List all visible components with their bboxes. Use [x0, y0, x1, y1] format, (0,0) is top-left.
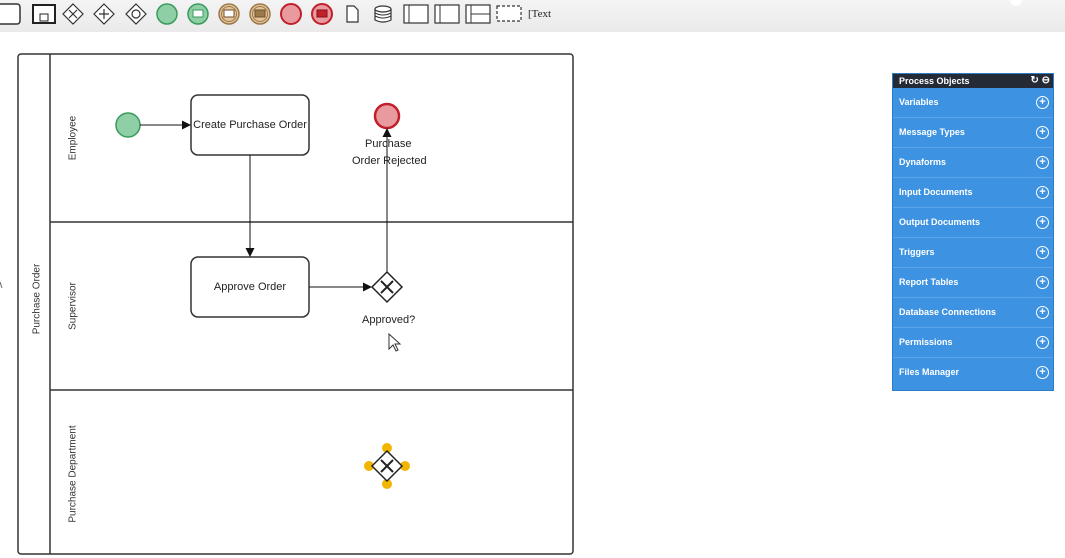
lane-tool-icon[interactable]: [434, 4, 460, 24]
panel-item-label: Output Documents: [899, 217, 980, 227]
subprocess-tool-icon[interactable]: [32, 4, 56, 24]
process-objects-panel: Process Objects ↻ ⊖ Variables + Message T…: [892, 73, 1054, 391]
exclusive-gateway-tool-icon[interactable]: [62, 3, 84, 25]
lane-label-purchase-department: Purchase Department: [67, 425, 79, 523]
panel-item-label: Permissions: [899, 337, 953, 347]
end-event-label-line2: Order Rejected: [352, 155, 427, 167]
panel-item-triggers[interactable]: Triggers +: [893, 238, 1053, 268]
horizontal-line-tool-icon[interactable]: [465, 4, 491, 24]
panel-title: Process Objects: [899, 76, 970, 86]
panel-item-label: Message Types: [899, 127, 965, 137]
panel-item-files-manager[interactable]: Files Manager +: [893, 358, 1053, 387]
inclusive-gateway-tool-icon[interactable]: [125, 3, 147, 25]
start-message-event-tool-icon[interactable]: [187, 3, 209, 25]
plus-circle-icon[interactable]: +: [1036, 186, 1049, 199]
intermediate-message-throw-tool-icon[interactable]: [249, 3, 271, 25]
plus-circle-icon[interactable]: +: [1036, 126, 1049, 139]
plus-circle-icon[interactable]: +: [1036, 246, 1049, 259]
panel-item-report-tables[interactable]: Report Tables +: [893, 268, 1053, 298]
panel-item-dynaforms[interactable]: Dynaforms +: [893, 148, 1053, 178]
panel-item-variables[interactable]: Variables +: [893, 88, 1053, 118]
plus-circle-icon[interactable]: +: [1036, 336, 1049, 349]
text-annotation-tool[interactable]: Text: [528, 8, 551, 20]
panel-item-label: Database Connections: [899, 307, 997, 317]
plus-circle-icon[interactable]: +: [1036, 96, 1049, 109]
panel-item-input-documents[interactable]: Input Documents +: [893, 178, 1053, 208]
panel-item-label: Dynaforms: [899, 157, 947, 167]
panel-item-label: Files Manager: [899, 367, 960, 377]
plus-circle-icon[interactable]: +: [1036, 306, 1049, 319]
start-event[interactable]: [115, 112, 141, 138]
panel-item-output-documents[interactable]: Output Documents +: [893, 208, 1053, 238]
plus-circle-icon[interactable]: +: [1036, 156, 1049, 169]
canvas-left-stub: [0, 281, 3, 289]
gateway-label-approved: Approved?: [362, 314, 416, 326]
panel-item-label: Report Tables: [899, 277, 959, 287]
refresh-icon[interactable]: ↻: [1030, 75, 1038, 86]
design-canvas[interactable]: Purchase Order Employee Supervisor Purch…: [0, 32, 1065, 558]
panel-item-label: Triggers: [899, 247, 935, 257]
start-event-tool-icon[interactable]: [156, 3, 178, 25]
pool-tool-icon[interactable]: [403, 4, 429, 24]
collapse-icon[interactable]: ⊖: [1042, 75, 1050, 86]
end-event-order-rejected[interactable]: [373, 102, 401, 130]
plus-circle-icon[interactable]: +: [1036, 276, 1049, 289]
plus-circle-icon[interactable]: +: [1036, 366, 1049, 379]
lane-label-employee: Employee: [67, 115, 79, 161]
panel-item-label: Input Documents: [899, 187, 973, 197]
panel-item-message-types[interactable]: Message Types +: [893, 118, 1053, 148]
end-event-label-line1: Purchase: [365, 138, 412, 150]
data-store-tool-icon[interactable]: [374, 5, 392, 23]
shape-toolbar: Text: [0, 0, 1065, 32]
panel-item-label: Variables: [899, 97, 939, 107]
task-tool-icon[interactable]: [0, 3, 21, 25]
data-object-tool-icon[interactable]: [346, 5, 359, 23]
end-event-tool-icon[interactable]: [280, 3, 302, 25]
parallel-gateway-tool-icon[interactable]: [93, 3, 115, 25]
lane-label-supervisor: Supervisor: [67, 282, 79, 330]
intermediate-message-catch-tool-icon[interactable]: [218, 3, 240, 25]
panel-item-permissions[interactable]: Permissions +: [893, 328, 1053, 358]
plus-circle-icon[interactable]: +: [1036, 216, 1049, 229]
end-message-event-tool-icon[interactable]: [311, 3, 333, 25]
panel-item-database-connections[interactable]: Database Connections +: [893, 298, 1053, 328]
task-label-approve-order: Approve Order: [213, 281, 287, 293]
panel-header: Process Objects ↻ ⊖: [893, 74, 1053, 88]
pool-label: Purchase Order: [31, 263, 43, 335]
group-tool-icon[interactable]: [496, 5, 522, 22]
task-label-create-purchase-order: Create Purchase Order: [193, 119, 307, 131]
